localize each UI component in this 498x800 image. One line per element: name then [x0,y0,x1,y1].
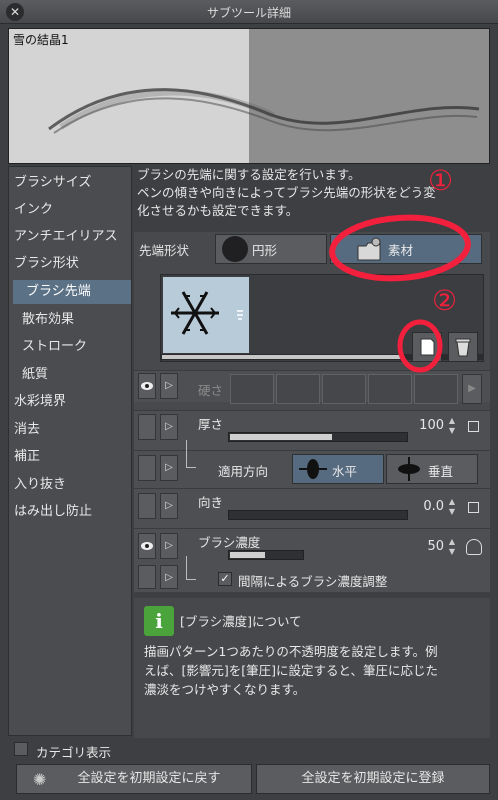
annotation-ellipse-material [329,214,471,282]
density-sub-arrow[interactable]: ▷ [160,565,178,589]
category-item-brush-tip[interactable]: ブラシ先端 [13,280,131,304]
category-item-overflow-prevent[interactable]: はみ出し防止 [9,500,131,524]
category-item-erase[interactable]: 消去 [9,418,131,442]
tip-shape-label: 先端形状 [139,243,190,258]
title-bar: ✕ サブツール詳細 [0,0,498,24]
direction-vertical-label: 垂直 [428,464,454,479]
stroke-preview [48,88,480,134]
info-line3: 濃淡をつけやすくなります。 [144,682,306,697]
orientation-expand-arrow[interactable]: ▷ [160,493,178,519]
density-spinner[interactable]: ▲ ▼ [446,537,458,557]
category-item-in-out[interactable]: 入り抜き [9,473,131,497]
direction-apply-visibility-toggle[interactable] [138,455,156,481]
hardness-slot-4 [368,374,412,404]
info-line2: えば、[影響元]を[筆圧]に設定すると、筆圧に応じた [144,663,439,678]
category-toggle-label: カテゴリ表示 [36,745,112,760]
density-sub-visibility [138,565,156,589]
category-item-stroke[interactable]: ストローク [9,335,131,359]
thickness-spinner[interactable]: ▲ ▼ [446,416,458,436]
delete-tip-button[interactable] [448,332,478,362]
category-list: ブラシサイズ インク アンチエイリアス ブラシ形状 ブラシ先端 散布効果 ストロ… [8,166,132,736]
hardness-visibility-toggle[interactable] [138,373,156,399]
direction-horizontal-label: 水平 [332,464,358,479]
eye-icon [141,542,153,550]
spinner-icon: ✺ [33,770,47,789]
thickness-value: 100 [419,418,444,433]
snowflake-icon [171,291,243,335]
density-value: 50 [427,539,444,554]
thickness-pressure-icon[interactable] [468,421,479,432]
density-expand-arrow[interactable]: ▷ [160,533,178,559]
density-pressure-icon[interactable] [466,539,482,555]
eye-icon [141,382,153,390]
preview-name: 雪の結晶1 [13,33,69,47]
orientation-slider[interactable] [228,510,408,520]
annotation-two: ② [432,284,458,317]
category-item-antialias[interactable]: アンチエイリアス [9,225,131,249]
direction-apply-label: 適用方向 [218,464,269,479]
tip-shape-circle-label: 円形 [252,243,278,258]
info-icon: i [144,606,174,636]
vertical-direction-icon [398,457,420,481]
tree-connector [186,440,196,468]
thickness-visibility-toggle[interactable] [138,414,156,440]
trash-icon [455,338,471,357]
horizontal-direction-icon [299,459,327,479]
info-title: [ブラシ濃度]について [180,614,302,629]
thickness-expand-arrow[interactable]: ▷ [160,414,178,440]
category-item-ink[interactable]: インク [9,198,131,222]
direction-apply-expand-arrow[interactable]: ▷ [160,455,178,481]
hardness-slot-2 [276,374,320,404]
annotation-ellipse-add [397,319,443,373]
category-item-brush-shape[interactable]: ブラシ形状 [9,252,131,276]
orientation-visibility-toggle[interactable] [138,493,156,519]
register-default-button[interactable]: 全設定を初期設定に登録 [256,764,490,794]
hardness-slot-1 [230,374,274,404]
category-item-brush-size[interactable]: ブラシサイズ [9,171,131,195]
brush-preview: 雪の結晶1 [8,28,490,164]
density-slider[interactable] [228,550,304,560]
register-default-label: 全設定を初期設定に登録 [301,771,445,786]
hardness-label: 硬さ [198,383,224,398]
density-interval-checkbox[interactable]: ✓ [218,572,232,586]
hardness-expand-arrow[interactable]: ▷ [160,373,178,399]
density-label: ブラシ濃度 [198,535,261,550]
hardness-next-arrow[interactable]: ▶ [462,374,482,404]
density-visibility-toggle[interactable] [138,533,156,559]
orientation-value: 0.0 [423,499,444,514]
category-item-watercolor-edge[interactable]: 水彩境界 [9,390,131,414]
hardness-slot-5 [414,374,458,404]
hardness-slot-3 [322,374,366,404]
reset-all-button[interactable]: ✺ 全設定を初期設定に戻す [16,764,252,794]
orientation-label: 向き [198,495,224,510]
category-item-spray[interactable]: 散布効果 [9,308,131,332]
category-item-paper[interactable]: 紙質 [9,363,131,387]
density-interval-label: 間隔によるブラシ濃度調整 [238,574,388,589]
info-line1: 描画パターン1つあたりの不透明度を設定します。例 [144,644,438,659]
category-item-correction[interactable]: 補正 [9,445,131,469]
reset-all-label: 全設定を初期設定に戻す [77,771,221,786]
thickness-label: 厚さ [198,417,224,432]
orientation-pressure-icon[interactable] [468,502,479,513]
circle-icon [222,236,248,262]
window-title: サブツール詳細 [206,6,291,20]
annotation-one: ① [428,164,454,197]
thickness-slider[interactable] [228,432,408,442]
info-body: 描画パターン1つあたりの不透明度を設定します。例 えば、[影響元]を[筆圧]に設… [144,642,488,699]
tip-thumbnail[interactable] [163,277,249,353]
orientation-spinner[interactable]: ▲ ▼ [446,497,458,517]
tree-connector-2 [186,556,196,580]
category-toggle-checkbox[interactable] [14,742,28,756]
